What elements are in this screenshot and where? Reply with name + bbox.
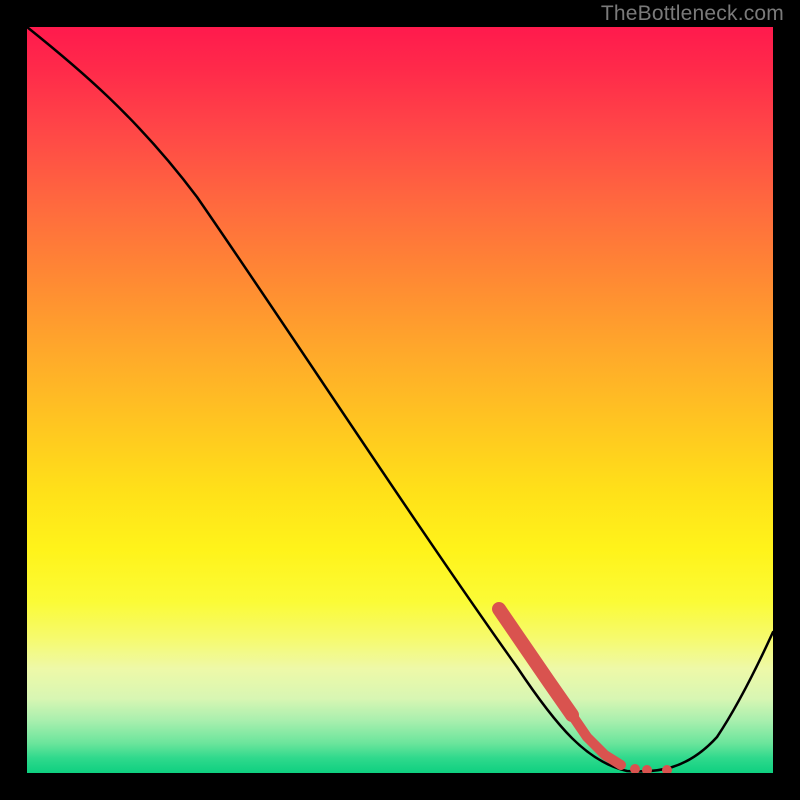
highlighted-range-thick xyxy=(499,609,572,715)
plot-area xyxy=(27,27,773,773)
chart-frame: TheBottleneck.com xyxy=(0,0,800,800)
highlight-dot-3 xyxy=(662,765,672,773)
highlight-dot-1 xyxy=(630,764,640,773)
watermark-text: TheBottleneck.com xyxy=(601,2,784,26)
bottleneck-curve xyxy=(27,27,773,771)
curve-svg xyxy=(27,27,773,773)
highlight-dot-2 xyxy=(642,765,652,773)
